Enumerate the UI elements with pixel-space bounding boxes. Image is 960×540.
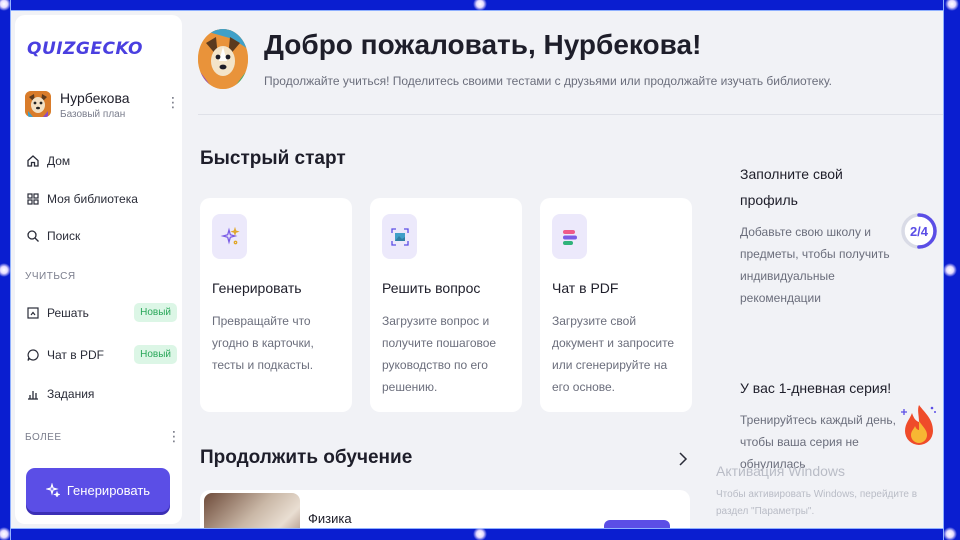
activation-watermark-text: Чтобы активировать Windows, перейдите в …	[716, 489, 918, 517]
user-profile[interactable]: Нурбекова Базовый план ⋮	[25, 89, 180, 125]
sidebar-item-label: Дом	[47, 154, 71, 168]
app-window: QUIZGECKO Нурбекова Базовый план ⋮ Дом М…	[11, 11, 943, 528]
card-description: Превращайте что угодно в карточки, тесты…	[212, 314, 314, 372]
search-icon	[25, 228, 41, 244]
bar-chart-icon	[25, 386, 41, 402]
frame-sparkle	[945, 0, 959, 11]
profile-card-title: Заполните свой профиль	[740, 166, 843, 208]
chevron-right-icon[interactable]	[676, 449, 690, 469]
chat-icon	[25, 347, 41, 363]
profile-progress-ring[interactable]: 2/4	[899, 211, 939, 251]
card-title: Чат в PDF	[552, 280, 619, 296]
generate-button[interactable]: Генерировать	[26, 468, 170, 512]
sidebar-item-label: Чат в PDF	[47, 348, 104, 362]
sidebar-item-assignments[interactable]: Задания	[25, 383, 177, 405]
profile-progress-label: 2/4	[910, 224, 929, 239]
header-divider	[198, 114, 943, 115]
sparkles-icon	[212, 214, 247, 259]
card-title: Генерировать	[212, 280, 302, 296]
card-title: Решить вопрос	[382, 280, 481, 296]
new-badge: Новый	[134, 345, 177, 364]
frame-sparkle	[473, 0, 487, 11]
continue-item-title: Физика	[308, 511, 352, 526]
new-badge: Новый	[134, 303, 177, 322]
scan-icon	[25, 305, 41, 321]
sidebar-item-label: Поиск	[47, 229, 81, 243]
page-subtitle: Продолжайте учиться! Поделитесь своими т…	[264, 74, 832, 88]
section-learn-label: УЧИТЬСЯ	[25, 271, 76, 282]
more-kebab-icon[interactable]: ⋮	[167, 429, 181, 443]
sidebar-item-label: Моя библиотека	[47, 192, 138, 206]
quick-card-solve[interactable]: Решить вопрос Загрузите вопрос и получит…	[370, 198, 522, 412]
frame-sparkle	[943, 527, 957, 540]
user-plan: Базовый план	[60, 109, 126, 120]
sidebar-item-library[interactable]: Моя библиотека	[25, 188, 177, 210]
sidebar-item-label: Задания	[47, 387, 95, 401]
sidebar-item-chat-pdf[interactable]: Чат в PDF Новый	[25, 344, 177, 366]
frame-sparkle	[473, 527, 487, 540]
continue-thumbnail	[204, 493, 300, 528]
logo[interactable]: QUIZGECKO	[27, 39, 143, 59]
frame-sparkle	[0, 527, 11, 540]
frame-sparkle	[0, 263, 11, 277]
continue-button[interactable]	[604, 520, 670, 528]
sparkles-icon	[45, 483, 60, 497]
sidebar-item-search[interactable]: Поиск	[25, 225, 177, 247]
fire-icon	[899, 401, 939, 447]
page-header: Добро пожаловать, Нурбекова! Продолжайте…	[198, 29, 938, 109]
quick-start-title: Быстрый старт	[200, 148, 346, 169]
sidebar-item-solve[interactable]: Решать Новый	[25, 302, 177, 324]
continue-item[interactable]: Физика	[200, 490, 690, 528]
page-title: Добро пожаловать, Нурбекова!	[264, 29, 702, 60]
quick-card-chat-pdf[interactable]: Чат в PDF Загрузите свой документ и запр…	[540, 198, 692, 412]
quick-card-generate[interactable]: Генерировать Превращайте что угодно в ка…	[200, 198, 352, 412]
activation-watermark-title: Активация Windows	[716, 463, 846, 479]
sidebar: QUIZGECKO Нурбекова Базовый план ⋮ Дом М…	[15, 15, 182, 524]
home-icon	[25, 153, 41, 169]
chat-bubbles-icon	[552, 214, 587, 259]
generate-button-label: Генерировать	[66, 482, 151, 498]
sidebar-item-home[interactable]: Дом	[25, 150, 177, 172]
avatar	[25, 91, 51, 117]
frame-sparkle	[0, 0, 11, 11]
sidebar-item-label: Решать	[47, 306, 89, 320]
card-description: Загрузите вопрос и получите пошаговое ру…	[382, 314, 497, 394]
image-scan-icon	[382, 214, 417, 259]
profile-card-description: Добавьте свою школу и предметы, чтобы по…	[740, 225, 890, 305]
header-avatar	[198, 29, 248, 89]
user-name: Нурбекова	[60, 90, 130, 106]
continue-title: Продолжить обучение	[200, 447, 413, 468]
streak-card-title: У вас 1-дневная серия!	[740, 380, 892, 396]
grid-icon	[25, 191, 41, 207]
section-more-label: БОЛЕЕ	[25, 432, 62, 443]
frame-sparkle	[943, 263, 957, 277]
kebab-icon[interactable]: ⋮	[166, 95, 180, 109]
card-description: Загрузите свой документ и запросите или …	[552, 314, 675, 394]
